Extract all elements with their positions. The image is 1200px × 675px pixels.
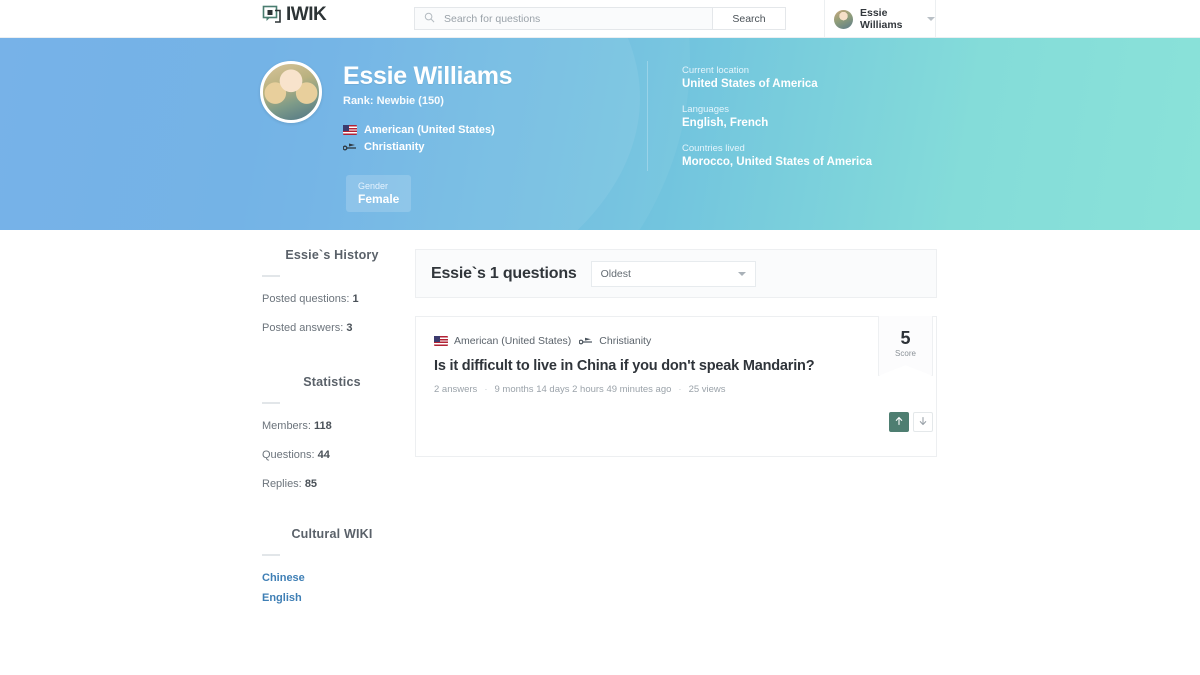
- stat-value: 3: [346, 322, 353, 334]
- stat-value: 118: [313, 420, 332, 432]
- gender-chip: Gender Female: [346, 175, 412, 212]
- meta-separator: ·: [484, 384, 488, 395]
- avatar: [834, 9, 853, 29]
- page-title: Essie`s 1 questions: [431, 264, 577, 282]
- top-navigation-bar: IWIK Search Essie Williams: [0, 0, 1200, 38]
- profile-details: Current location United States of Americ…: [647, 61, 872, 171]
- gender-value: Female: [358, 192, 400, 206]
- search-icon: [424, 10, 435, 28]
- arrow-up-icon: [894, 413, 904, 431]
- profile-nationality-label: American (United States): [364, 124, 495, 136]
- sidebar-item-members: Members: 118: [262, 420, 402, 432]
- stat-label: Posted answers:: [262, 322, 344, 334]
- sidebar-heading-cultural-wiki: Cultural WIKI: [291, 527, 373, 541]
- sidebar-heading-history: Essie`s History: [285, 248, 379, 262]
- stat-value: 44: [317, 449, 330, 461]
- profile-avatar: [260, 61, 322, 123]
- profile-nationality: American (United States): [343, 124, 613, 136]
- detail-value: United States of America: [682, 78, 818, 90]
- question-nationality-label: American (United States): [454, 335, 572, 347]
- detail-label: Languages: [682, 104, 730, 115]
- profile-name: Essie Williams: [343, 62, 513, 90]
- detail-value: Morocco, United States of America: [682, 156, 873, 168]
- stat-label: Replies:: [262, 478, 302, 490]
- profile-tag-list: American (United States) Christianity: [342, 124, 613, 153]
- questions-header: Essie`s 1 questions Oldest: [415, 249, 937, 298]
- sidebar-heading-statistics: Statistics: [303, 375, 361, 389]
- chevron-down-icon: [737, 271, 746, 276]
- vote-controls: [889, 412, 933, 432]
- question-card: American (United States) Christianity Is…: [415, 316, 937, 457]
- chevron-down-icon: [927, 17, 935, 21]
- us-flag-icon: [434, 336, 448, 346]
- page-body: Essie`s History Posted questions: 1 Post…: [0, 230, 1200, 675]
- us-flag-icon: [343, 125, 357, 135]
- user-menu[interactable]: Essie Williams: [824, 0, 936, 38]
- flag-icon: [578, 336, 593, 347]
- question-nationality-tag[interactable]: American (United States): [434, 335, 571, 347]
- sidebar-item-posted-answers: Posted answers: 3: [262, 322, 402, 334]
- profile-religion: Christianity: [342, 141, 613, 153]
- stat-label: Members:: [262, 420, 311, 432]
- search-input[interactable]: [442, 11, 712, 26]
- question-religion-tag[interactable]: Christianity: [578, 335, 652, 347]
- sidebar-link-chinese[interactable]: Chinese: [262, 572, 402, 584]
- sidebar-link-english[interactable]: English: [262, 592, 402, 604]
- profile-religion-label: Christianity: [364, 141, 425, 153]
- question-religion-label: Christianity: [599, 335, 652, 347]
- stat-value: 1: [352, 293, 359, 305]
- site-logo[interactable]: IWIK: [262, 4, 327, 25]
- sidebar-item-replies: Replies: 85: [262, 478, 402, 490]
- question-answer-count: 2 answers: [434, 384, 478, 395]
- downvote-button[interactable]: [913, 412, 933, 432]
- profile-banner: Essie Williams Rank: Newbie (150) Americ…: [0, 38, 1200, 230]
- sort-dropdown[interactable]: Oldest: [590, 260, 756, 287]
- sidebar-item-questions: Questions: 44: [262, 449, 402, 461]
- score-value: 5: [900, 328, 911, 348]
- question-timestamp: 9 months 14 days 2 hours 49 minutes ago: [494, 384, 672, 395]
- stat-value: 85: [304, 478, 318, 490]
- flag-icon: [342, 142, 357, 153]
- arrow-down-icon: [918, 413, 928, 431]
- question-view-count: 25 views: [688, 384, 726, 395]
- search-input-container[interactable]: [414, 7, 712, 30]
- meta-separator: ·: [678, 384, 682, 395]
- detail-value: English, French: [682, 117, 769, 129]
- question-meta: 2 answers · 9 months 14 days 2 hours 49 …: [434, 384, 918, 395]
- profile-rank: Rank: Newbie (150): [343, 95, 444, 107]
- detail-current-location: Current location United States of Americ…: [682, 64, 872, 92]
- detail-label: Countries lived: [682, 143, 745, 154]
- gender-label: Gender: [358, 181, 389, 191]
- detail-label: Current location: [682, 65, 750, 76]
- main-content: Essie`s 1 questions Oldest American (Uni…: [415, 249, 937, 457]
- sidebar-item-posted-questions: Posted questions: 1: [262, 293, 402, 305]
- sidebar: Essie`s History Posted questions: 1 Post…: [262, 248, 402, 612]
- detail-countries-lived: Countries lived Morocco, United States o…: [682, 142, 872, 170]
- search-button[interactable]: Search: [712, 7, 786, 30]
- stat-label: Questions:: [262, 449, 315, 461]
- divider: [262, 554, 280, 556]
- question-tags: American (United States) Christianity: [434, 335, 918, 347]
- speech-bubble-icon: [262, 5, 282, 25]
- upvote-button[interactable]: [889, 412, 909, 432]
- sort-dropdown-value: Oldest: [600, 267, 631, 280]
- detail-languages: Languages English, French: [682, 103, 872, 131]
- divider: [262, 275, 280, 277]
- stat-label: Posted questions:: [262, 293, 350, 305]
- logo-text: IWIK: [286, 4, 327, 25]
- search-bar: Search: [414, 7, 786, 30]
- user-name-label: Essie Williams: [860, 7, 903, 31]
- question-title-link[interactable]: Is it difficult to live in China if you …: [434, 358, 918, 374]
- score-label: Score: [895, 349, 916, 358]
- divider: [262, 402, 280, 404]
